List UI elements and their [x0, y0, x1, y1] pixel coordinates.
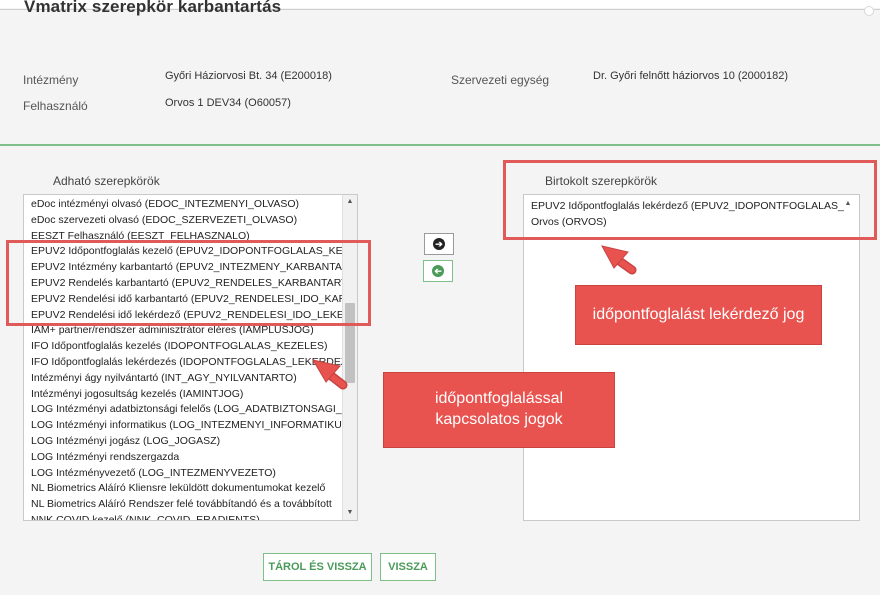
arrow-to-available-icon — [311, 359, 348, 390]
annotation-arrows — [311, 245, 637, 390]
save-and-back-button[interactable]: TÁROL ÉS VISSZA — [263, 553, 372, 581]
back-button[interactable]: VISSZA — [380, 553, 436, 581]
arrow-to-owned-icon — [601, 245, 637, 275]
